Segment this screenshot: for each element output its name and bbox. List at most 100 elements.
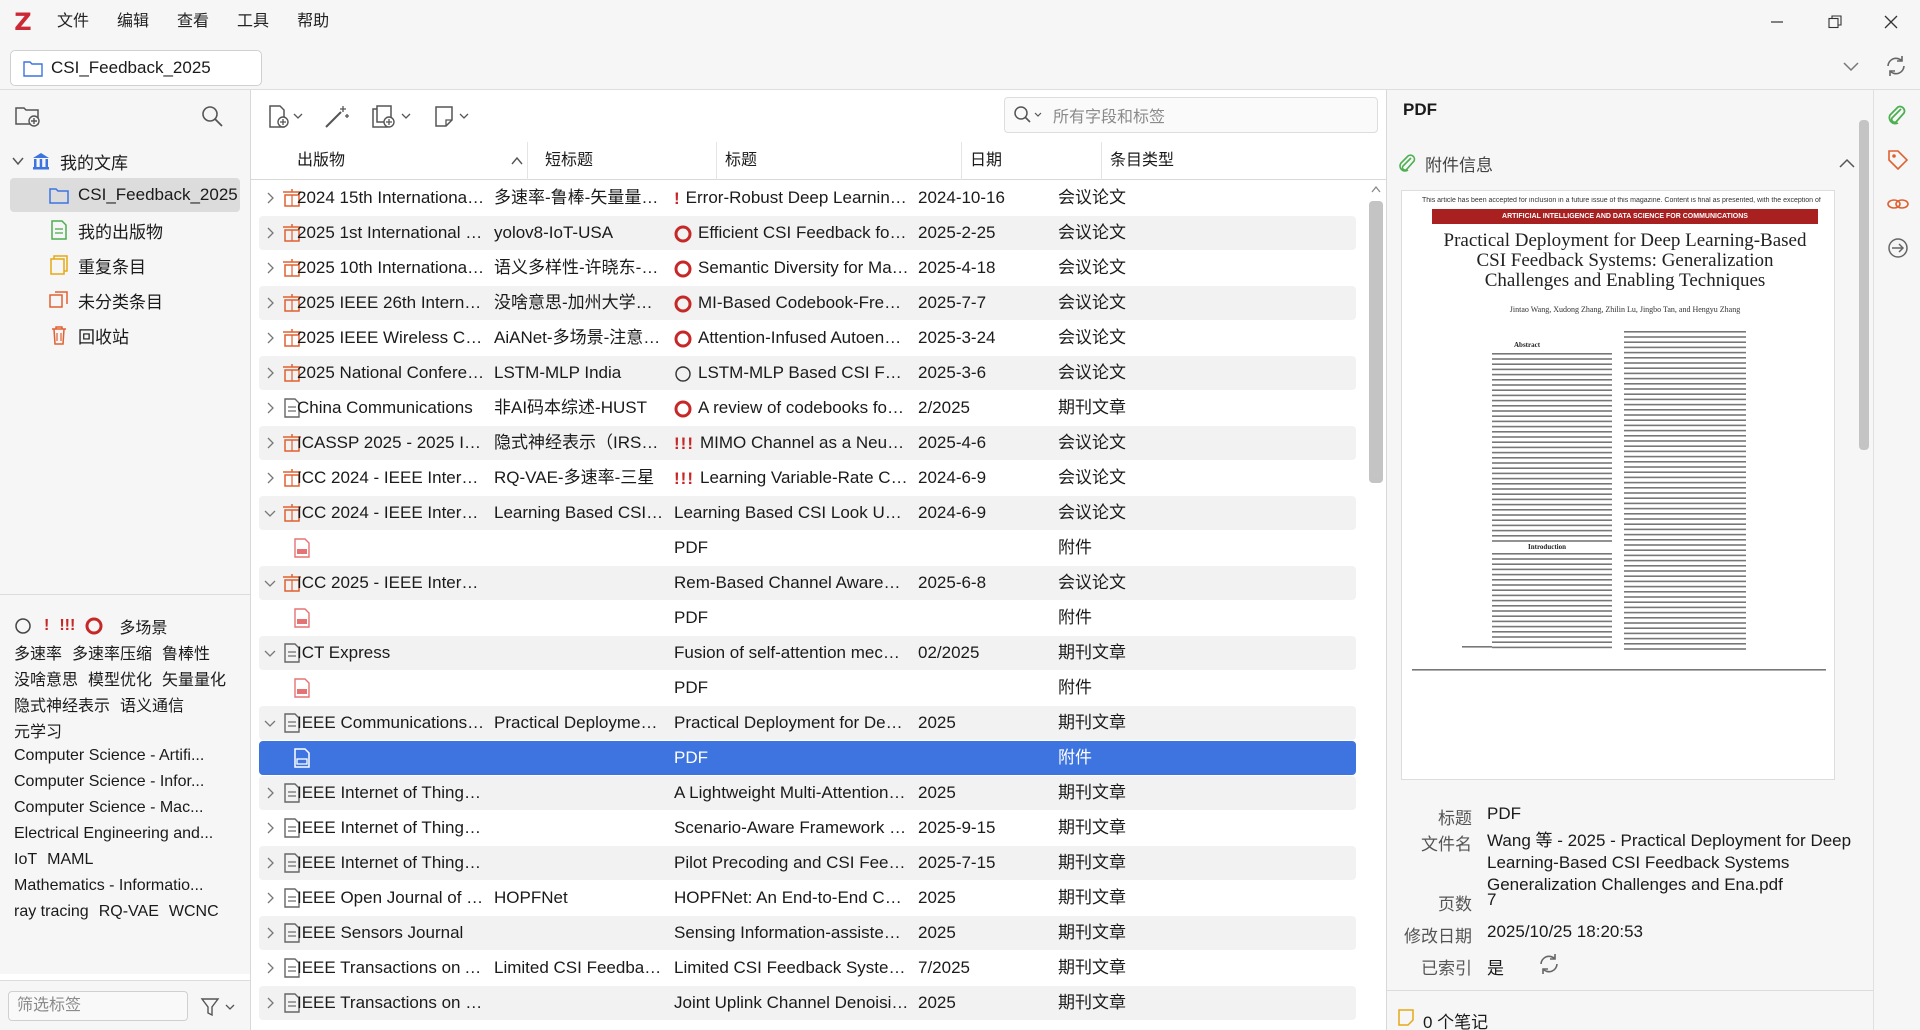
table-row[interactable]: 2025 National Conference ... LSTM-MLP Ind… — [259, 356, 1356, 390]
attachment-row[interactable]: PDF 附件 — [259, 741, 1356, 775]
scroll-thumb[interactable] — [1369, 201, 1383, 483]
ring-tag-icon[interactable] — [85, 617, 103, 635]
expand-toggle[interactable] — [263, 811, 277, 845]
new-collection-icon[interactable] — [14, 104, 42, 128]
attachment-row[interactable]: PDF 附件 — [259, 601, 1356, 635]
expand-toggle[interactable] — [263, 916, 277, 950]
trash[interactable]: 回收站 — [48, 318, 129, 352]
restore-button[interactable] — [1806, 0, 1864, 44]
attachment-info-section[interactable]: 附件信息 — [1397, 148, 1863, 178]
expand-toggle[interactable] — [263, 251, 277, 285]
tag-item[interactable]: 隐式神经表示 — [14, 692, 110, 716]
menu-edit[interactable]: 编辑 — [103, 0, 163, 44]
expand-toggle-expanded[interactable] — [263, 636, 277, 670]
tag-bang3[interactable]: !!! — [59, 617, 75, 635]
meta-filename-value[interactable]: Wang 等 - 2025 - Practical Deployment for… — [1487, 830, 1857, 896]
table-row[interactable]: China Communications 非AI码本综述-HUST A review… — [259, 391, 1356, 425]
search-icon[interactable] — [200, 104, 224, 128]
expand-toggle[interactable] — [263, 426, 277, 460]
table-row[interactable]: IEEE Open Journal of Vehic... HOPFNet HOPF… — [259, 881, 1356, 915]
new-note-icon[interactable] — [433, 104, 473, 130]
unfiled-items[interactable]: 未分类条目 — [48, 283, 163, 317]
chevron-down-icon[interactable] — [12, 156, 24, 166]
empty-circle-tag-icon[interactable] — [14, 617, 32, 635]
tag-item[interactable]: IoT — [14, 851, 37, 869]
items-scrollbar[interactable] — [1366, 185, 1386, 1030]
table-row[interactable]: IEEE Communications Mag... Practical Depl… — [259, 706, 1356, 740]
search-input[interactable]: 所有字段和标签 — [1004, 97, 1378, 133]
table-row[interactable]: 2025 IEEE 26th Internation... 没啥意思-加州大学、伦… — [259, 286, 1356, 320]
add-attachment-icon[interactable] — [371, 104, 415, 130]
expand-toggle[interactable] — [263, 881, 277, 915]
chevron-up-icon[interactable] — [1839, 158, 1855, 168]
tag-item[interactable]: Computer Science - Mac... — [14, 799, 203, 817]
expand-toggle[interactable] — [263, 286, 277, 320]
reindex-icon[interactable] — [1537, 952, 1561, 976]
table-row[interactable]: ICC 2024 - IEEE Internation... Learning B… — [259, 496, 1356, 530]
table-row[interactable]: ICASSP 2025 - 2025 IEEE I... 隐式神经表示（IRS）-… — [259, 426, 1356, 460]
tag-item[interactable]: 多速率 — [14, 640, 62, 664]
table-row[interactable]: ICC 2024 - IEEE Internation... RQ-VAE-多速率… — [259, 461, 1356, 495]
tag-item[interactable]: Computer Science - Artifi... — [14, 747, 204, 765]
locate-icon[interactable] — [1886, 236, 1910, 260]
tag-item[interactable]: 语义通信 — [120, 692, 184, 716]
pdf-preview[interactable]: This article has been accepted for inclu… — [1401, 190, 1835, 780]
expand-toggle[interactable] — [263, 846, 277, 880]
tag-item[interactable]: 矢量量化 — [162, 666, 226, 690]
table-row[interactable]: ICT Express Fusion of self-attention mech… — [259, 636, 1356, 670]
tag-bang1[interactable]: ! — [44, 617, 49, 635]
attachment-row[interactable]: PDF 附件 — [259, 671, 1356, 705]
column-short-title[interactable]: 短标题 — [537, 142, 717, 180]
tag-item[interactable]: ray tracing — [14, 903, 89, 921]
expand-toggle[interactable] — [263, 986, 277, 1020]
related-icon[interactable] — [1886, 192, 1910, 216]
table-row[interactable]: IEEE Transactions on Com... Joint Uplink … — [259, 986, 1356, 1020]
expand-toggle[interactable] — [263, 391, 277, 425]
attachment-row[interactable]: PDF 附件 — [259, 531, 1356, 565]
tag-item[interactable]: WCNC — [169, 903, 219, 921]
tag-item[interactable]: 鲁棒性 — [162, 640, 210, 664]
tag-item[interactable]: MAML — [47, 851, 93, 869]
expand-toggle[interactable] — [263, 321, 277, 355]
my-publications[interactable]: 我的出版物 — [48, 213, 163, 247]
expand-toggle[interactable] — [263, 216, 277, 250]
attachment-nav-icon[interactable] — [1886, 104, 1910, 128]
column-date[interactable]: 日期 — [962, 142, 1102, 180]
expand-toggle[interactable] — [263, 356, 277, 390]
notes-section[interactable]: 0 个笔记 — [1397, 1008, 1488, 1030]
column-publication[interactable]: 出版物 — [289, 142, 528, 180]
table-row[interactable]: 2024 15th International Co... 多速率-鲁棒-矢量量化… — [259, 185, 1356, 215]
tag-item[interactable]: 没啥意思 — [14, 666, 78, 690]
table-row[interactable]: IEEE Transactions on Ante... Limited CSI … — [259, 951, 1356, 985]
tab-library[interactable]: CSI_Feedback_2025 — [10, 50, 262, 86]
menu-tools[interactable]: 工具 — [223, 0, 283, 44]
table-row[interactable]: IEEE Internet of Things Jou... Scenario-A… — [259, 811, 1356, 845]
tag-item[interactable]: Computer Science - Infor... — [14, 773, 204, 791]
close-window-button[interactable] — [1862, 0, 1920, 44]
tag-item[interactable]: 模型优化 — [88, 666, 152, 690]
new-item-icon[interactable] — [267, 104, 307, 130]
expand-toggle-expanded[interactable] — [263, 566, 277, 600]
tag-item[interactable]: 多场景 — [119, 614, 167, 638]
library-root[interactable]: 我的文库 — [12, 144, 128, 178]
menu-view[interactable]: 查看 — [163, 0, 223, 44]
tag-item[interactable]: Electrical Engineering and... — [14, 825, 213, 843]
table-row[interactable]: IEEE Internet of Things Jou... A Lightwei… — [259, 776, 1356, 810]
expand-toggle[interactable] — [263, 185, 277, 215]
tag-filter-input[interactable]: 筛选标签 — [8, 991, 188, 1021]
duplicate-items[interactable]: 重复条目 — [48, 248, 146, 282]
scroll-up-icon[interactable] — [1371, 185, 1381, 193]
table-row[interactable]: IEEE Sensors Journal Sensing Information-… — [259, 916, 1356, 950]
column-title[interactable]: 标题 — [717, 142, 962, 180]
menu-file[interactable]: 文件 — [43, 0, 103, 44]
minimize-button[interactable] — [1748, 0, 1806, 44]
expand-toggle[interactable] — [263, 951, 277, 985]
collection-csi-feedback[interactable]: CSI_Feedback_2025 — [10, 178, 240, 212]
meta-title-value[interactable]: PDF — [1487, 804, 1521, 824]
filter-icon[interactable] — [200, 997, 236, 1017]
tag-icon[interactable] — [1886, 148, 1910, 172]
expand-toggle[interactable] — [263, 461, 277, 495]
expand-toggle-expanded[interactable] — [263, 496, 277, 530]
expand-toggle-expanded[interactable] — [263, 706, 277, 740]
tag-item[interactable]: RQ-VAE — [99, 903, 159, 921]
